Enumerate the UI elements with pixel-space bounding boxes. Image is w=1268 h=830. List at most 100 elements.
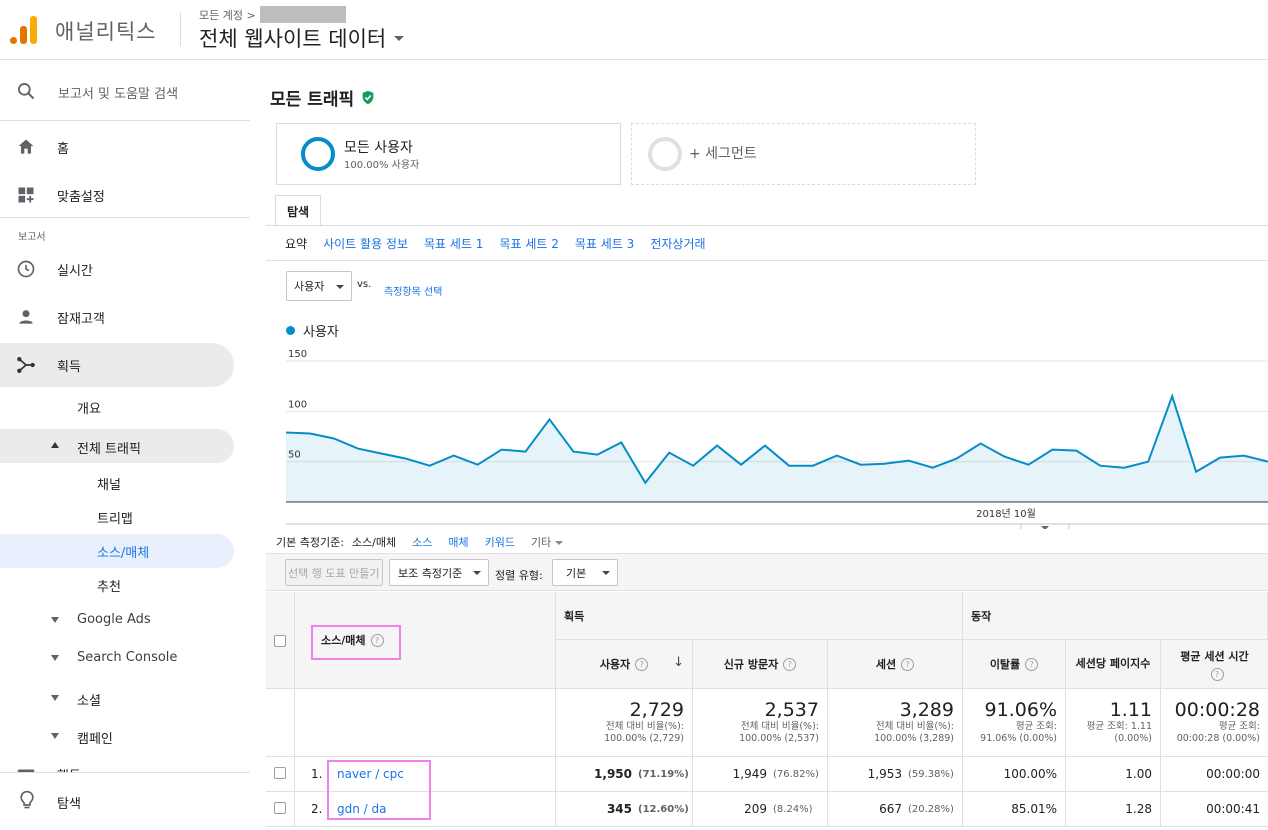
segment-all-users[interactable]: 모든 사용자 100.00% 사용자 <box>276 123 621 185</box>
sidebar-item-overview[interactable]: 개요 <box>77 398 101 417</box>
totals-sub: 평균 조회: 1.11 <box>1086 721 1152 732</box>
collapse-icon[interactable] <box>51 442 59 448</box>
col-new-label: 신규 방문자 <box>723 658 779 671</box>
metric-dropdown[interactable]: 사용자 <box>286 271 352 301</box>
help-icon[interactable]: ? <box>783 657 797 671</box>
select-all-checkbox[interactable] <box>274 635 286 647</box>
plot-rows-button[interactable]: 선택 행 도표 만들기 <box>285 559 383 586</box>
chart-y-tick: 150 <box>288 349 307 360</box>
secondary-dimension-dropdown[interactable]: 보조 측정기준 <box>389 559 489 586</box>
sidebar-item-channels[interactable]: 채널 <box>97 474 121 493</box>
sidebar-item-realtime[interactable]: 실시간 <box>0 247 234 291</box>
help-icon[interactable]: ? <box>635 657 649 671</box>
legend-dot-icon <box>286 326 295 335</box>
help-icon[interactable]: ? <box>1210 667 1224 681</box>
sidebar-item-home[interactable]: 홈 <box>0 125 234 169</box>
row-percent: (76.82%) <box>773 768 819 780</box>
sidebar-item-customization[interactable]: 맞춤설정 <box>0 173 234 217</box>
chevron-down-icon <box>394 35 405 41</box>
search-icon <box>18 83 35 100</box>
expand-icon[interactable] <box>51 655 59 661</box>
dimension-source-medium[interactable]: 소스/매체 <box>352 534 396 550</box>
totals-sub: 평균 조회: <box>1218 721 1260 732</box>
dimension-other[interactable]: 기타 <box>531 534 564 550</box>
subtab-goal-set-2[interactable]: 목표 세트 2 <box>499 235 558 252</box>
totals-sub: 00:00:28 (0.00%) <box>1176 733 1260 744</box>
sidebar-item-acquisition[interactable]: 획득 <box>0 343 234 387</box>
row-users: 1,950 (71.19%) <box>556 757 693 792</box>
expand-icon[interactable] <box>51 617 59 623</box>
expand-icon[interactable] <box>51 695 59 701</box>
sidebar-label: 맞춤설정 <box>57 189 105 205</box>
header-divider <box>180 12 181 46</box>
header-avg-session-duration[interactable]: 평균 세션 시간? <box>1161 640 1268 689</box>
sidebar-item-audience[interactable]: 잠재고객 <box>0 295 234 339</box>
sidebar-item-google-ads[interactable]: Google Ads <box>77 612 151 627</box>
header-sessions[interactable]: 세션? <box>828 640 963 689</box>
sidebar-discover[interactable]: 탐색 <box>0 772 250 830</box>
row-checkbox[interactable] <box>274 802 286 814</box>
app-name[interactable]: 애널리틱스 <box>55 16 157 46</box>
users-line-chart[interactable]: 501001502018년 10월 <box>286 339 1268 529</box>
person-icon <box>19 310 33 324</box>
metric-dropdown-value: 사용자 <box>294 280 325 293</box>
property-selector[interactable]: 전체 웹사이트 데이터 <box>199 23 405 53</box>
sort-type-dropdown[interactable]: 기본 <box>552 559 618 586</box>
row-sessions: 667 (20.28%) <box>828 792 963 827</box>
row-pages-per-session: 1.00 <box>1066 757 1161 792</box>
sidebar-item-source-medium-label: 소스/매체 <box>97 546 150 561</box>
totals-sessions: 3,289 전체 대비 비율(%): 100.00% (3,289) <box>828 689 963 757</box>
subtab-goal-set-3[interactable]: 목표 세트 3 <box>575 235 634 252</box>
tab-explorer[interactable]: 탐색 <box>275 195 321 226</box>
row-percent: (12.60%) <box>638 803 689 815</box>
dimension-medium[interactable]: 매체 <box>448 534 468 550</box>
totals-bounce-rate: 91.06% 평균 조회: 91.06% (0.00%) <box>963 689 1066 757</box>
totals-value: 2,729 <box>629 699 684 721</box>
property-name: 전체 웹사이트 데이터 <box>199 27 387 51</box>
subtab-site-usage[interactable]: 사이트 활용 정보 <box>323 235 408 252</box>
dimension-other-label: 기타 <box>531 536 552 549</box>
main-content: 모든 트래픽 모든 사용자 100.00% 사용자 + 세그먼트 탐색 요약 사… <box>266 61 1268 830</box>
clock-icon <box>17 260 35 278</box>
add-segment-button[interactable]: + 세그먼트 <box>631 123 976 185</box>
header-group-acquisition: 획득 <box>556 592 963 640</box>
header-new-users[interactable]: 신규 방문자? <box>693 640 828 689</box>
subtab-summary[interactable]: 요약 <box>285 235 307 252</box>
sidebar-item-treemaps[interactable]: 트리맵 <box>97 508 133 527</box>
row-users: 345 (12.60%) <box>556 792 693 827</box>
analytics-logo-icon[interactable] <box>10 14 38 44</box>
expand-icon[interactable] <box>51 733 59 739</box>
sidebar-item-referrals[interactable]: 추천 <box>97 576 121 595</box>
page-title: 모든 트래픽 <box>270 85 376 110</box>
dimension-source[interactable]: 소스 <box>412 534 432 550</box>
account-breadcrumb[interactable]: 모든 계정 > <box>199 6 346 23</box>
subtab-ecommerce[interactable]: 전자상거래 <box>650 235 705 252</box>
sidebar-search[interactable]: 보고서 및 도움말 검색 <box>0 61 250 121</box>
header-pages-per-session[interactable]: 세션당 페이지수 <box>1066 640 1161 689</box>
col-sessions-label: 세션 <box>875 658 897 671</box>
totals-pages-per-session: 1.11 평균 조회: 1.11 (0.00%) <box>1066 689 1161 757</box>
row-sessions: 1,953 (59.38%) <box>828 757 963 792</box>
segment-ring-icon <box>301 137 335 171</box>
dimension-keyword[interactable]: 키워드 <box>485 534 515 550</box>
row-percent: (71.19%) <box>638 768 689 780</box>
sidebar-item-social[interactable]: 소셜 <box>77 690 101 709</box>
top-bar: 애널리틱스 모든 계정 > 전체 웹사이트 데이터 <box>0 0 1268 60</box>
header-users[interactable]: 사용자? ↓ <box>556 640 693 689</box>
header-bounce-rate[interactable]: 이탈률? <box>963 640 1066 689</box>
legend-label: 사용자 <box>303 325 339 340</box>
select-metric-link[interactable]: 측정항목 선택 <box>384 283 442 298</box>
segment-name: 모든 사용자 <box>344 140 413 156</box>
row-checkbox[interactable] <box>274 767 286 779</box>
table-toolbar: 선택 행 도표 만들기 보조 측정기준 정렬 유형: 기본 <box>266 553 1268 591</box>
sidebar-divider <box>0 217 250 218</box>
sidebar-item-campaigns[interactable]: 캠페인 <box>77 728 113 747</box>
sidebar-item-search-console[interactable]: Search Console <box>77 650 177 665</box>
primary-dimension-label: 기본 측정기준: <box>276 536 344 549</box>
help-icon[interactable]: ? <box>901 657 915 671</box>
totals-value: 1.11 <box>1109 699 1152 721</box>
subtab-goal-set-1[interactable]: 목표 세트 1 <box>424 235 483 252</box>
help-icon[interactable]: ? <box>1025 657 1039 671</box>
row-avg-session-duration: 00:00:41 <box>1161 792 1268 827</box>
vs-label: vs. <box>357 279 372 290</box>
